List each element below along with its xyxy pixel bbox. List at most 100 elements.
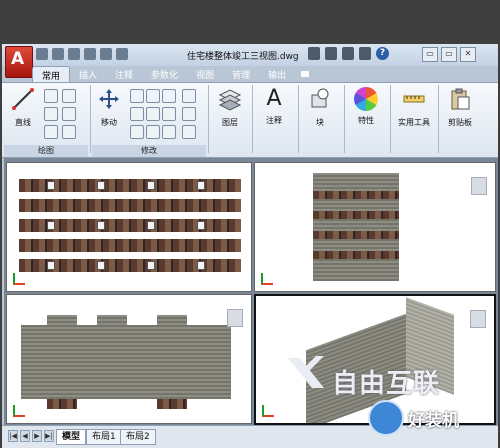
watermark-brand2-text: 好装机 xyxy=(408,410,459,431)
viewport-plan[interactable] xyxy=(6,294,252,424)
roof-plan-bump xyxy=(157,315,187,327)
arc-icon[interactable] xyxy=(44,125,58,139)
panel-divider xyxy=(208,85,209,153)
title-tools: ? xyxy=(308,47,389,60)
tab-model[interactable]: 模型 xyxy=(56,429,87,445)
trim-icon[interactable] xyxy=(146,89,160,103)
window-mark xyxy=(147,181,155,190)
circle-icon[interactable] xyxy=(44,107,58,121)
next-layout-button[interactable]: ▶ xyxy=(32,430,42,442)
mirror-icon[interactable] xyxy=(182,89,196,103)
properties-button[interactable]: 特性 xyxy=(350,87,382,126)
block-icon xyxy=(311,88,329,108)
first-layout-button[interactable]: |◀ xyxy=(8,430,18,442)
fillet-icon[interactable] xyxy=(130,107,144,121)
viewport-side[interactable] xyxy=(254,162,496,292)
draw-panel-title[interactable]: 绘图 xyxy=(4,145,88,157)
panel-divider xyxy=(90,85,91,153)
roof-plan-bump xyxy=(47,315,77,327)
tab-manage[interactable]: 管理 xyxy=(223,66,259,82)
line-icon xyxy=(12,88,34,110)
tab-insert[interactable]: 插入 xyxy=(70,66,106,82)
block-label: 块 xyxy=(316,118,324,127)
hatch-icon[interactable] xyxy=(62,107,76,121)
tab-layout2[interactable]: 布局2 xyxy=(120,429,156,445)
scale-icon[interactable] xyxy=(162,107,176,121)
viewcube-icon[interactable] xyxy=(471,177,487,195)
measure-icon xyxy=(403,95,425,103)
erase-icon[interactable] xyxy=(130,125,144,139)
layers-button[interactable]: 图层 xyxy=(214,87,246,128)
window-mark xyxy=(97,181,105,190)
tab-layout1[interactable]: 布局1 xyxy=(86,429,122,445)
layers-icon xyxy=(218,89,242,111)
viewcube-icon[interactable] xyxy=(227,309,243,327)
tab-home[interactable]: 常用 xyxy=(32,66,71,83)
floor-row xyxy=(313,251,399,259)
move-tool-button[interactable]: 移动 xyxy=(94,87,124,128)
close-button[interactable]: ✕ xyxy=(460,47,476,62)
block-button[interactable]: 块 xyxy=(304,87,336,128)
side-wall xyxy=(313,173,399,281)
tab-output[interactable]: 输出 xyxy=(259,66,295,82)
array-icon[interactable] xyxy=(182,107,196,121)
ellipse-icon[interactable] xyxy=(62,125,76,139)
window-mark xyxy=(47,181,55,190)
floor-row xyxy=(19,199,241,212)
ucs-icon xyxy=(262,405,274,417)
utilities-button[interactable]: 实用工具 xyxy=(394,87,434,128)
extend-icon[interactable] xyxy=(182,125,196,139)
star-icon[interactable] xyxy=(359,47,371,60)
polyline-icon[interactable] xyxy=(44,89,58,103)
utilities-label: 实用工具 xyxy=(398,118,430,127)
prev-layout-button[interactable]: ◀ xyxy=(20,430,30,442)
watermark-brand-text: 自由互联 xyxy=(332,369,441,399)
ribbon-minimize-icon[interactable] xyxy=(301,71,310,77)
binoculars-icon[interactable] xyxy=(308,47,320,60)
panel-divider xyxy=(390,85,391,153)
window-mark xyxy=(47,261,55,270)
help-icon[interactable]: ? xyxy=(376,47,389,60)
window-mark xyxy=(197,221,205,230)
last-layout-button[interactable]: ▶| xyxy=(44,430,54,442)
tab-annotate[interactable]: 注释 xyxy=(106,66,142,82)
restore-button[interactable]: ▭ xyxy=(441,47,457,62)
window-mark xyxy=(197,181,205,190)
print-icon[interactable] xyxy=(116,48,128,60)
open-file-icon[interactable] xyxy=(52,48,64,60)
window-mark xyxy=(197,261,205,270)
annotation-label: 注释 xyxy=(266,116,282,125)
explode-icon[interactable] xyxy=(146,125,160,139)
app-letter: A xyxy=(11,49,25,69)
tab-parametric[interactable]: 参数化 xyxy=(142,66,187,82)
copy-icon[interactable] xyxy=(162,89,176,103)
redo-icon[interactable] xyxy=(100,48,112,60)
annotation-button[interactable]: A 注释 xyxy=(258,87,290,126)
undo-icon[interactable] xyxy=(84,48,96,60)
viewcube-icon[interactable] xyxy=(470,310,486,328)
window-mark xyxy=(97,221,105,230)
search-icon[interactable] xyxy=(325,47,337,60)
watermark-logo-icon xyxy=(288,356,324,388)
viewport-front[interactable] xyxy=(6,162,252,292)
color-wheel-icon xyxy=(354,87,378,111)
user-icon[interactable] xyxy=(342,47,354,60)
floor-row xyxy=(313,231,399,239)
offset-icon[interactable] xyxy=(162,125,176,139)
stretch-icon[interactable] xyxy=(146,107,160,121)
modify-panel-title[interactable]: 修改 xyxy=(92,145,206,157)
tab-view[interactable]: 视图 xyxy=(187,66,223,82)
panel-divider xyxy=(438,85,439,153)
roof-plan xyxy=(21,325,231,399)
floor-row xyxy=(313,191,399,199)
window-mark xyxy=(47,221,55,230)
rectangle-icon[interactable] xyxy=(62,89,76,103)
minimize-button[interactable]: ▭ xyxy=(422,47,438,62)
new-file-icon[interactable] xyxy=(36,48,48,60)
line-tool-button[interactable]: 直线 xyxy=(8,87,38,128)
save-icon[interactable] xyxy=(68,48,80,60)
rotate-icon[interactable] xyxy=(130,89,144,103)
application-menu-button[interactable]: A xyxy=(5,46,33,78)
clipboard-button[interactable]: 剪贴板 xyxy=(444,87,476,128)
title-bar: 住宅楼整体竣工三视图.dwg ? ▭ ▭ ✕ xyxy=(2,44,498,66)
